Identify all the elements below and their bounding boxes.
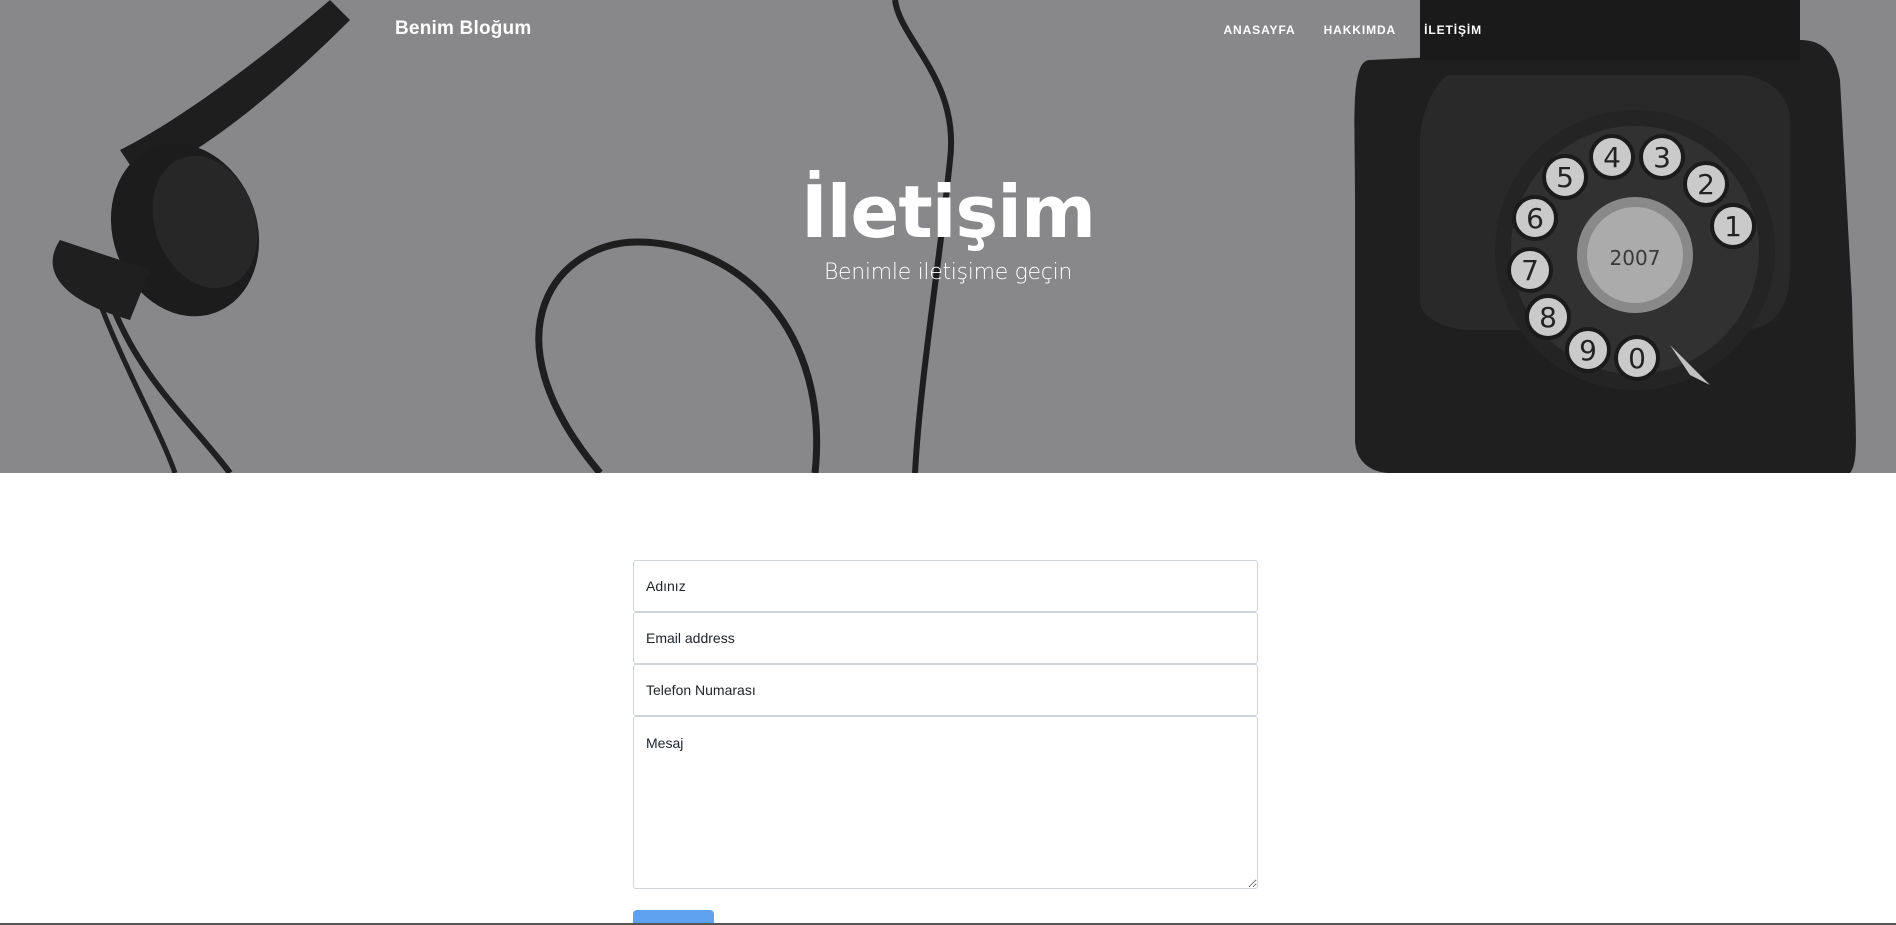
email-input[interactable] <box>633 612 1258 664</box>
phone-input[interactable] <box>633 664 1258 716</box>
message-textarea[interactable] <box>633 716 1258 889</box>
nav-links: ANASAYFA HAKKIMDA İLETİŞİM <box>1209 23 1482 37</box>
nav-link-about[interactable]: HAKKIMDA <box>1310 23 1411 37</box>
nav-link-home[interactable]: ANASAYFA <box>1209 23 1309 37</box>
nav-link-contact[interactable]: İLETİŞİM <box>1410 23 1482 37</box>
hero-header: 4 3 2 1 5 6 7 8 9 0 2007 Benim Bloğum AN… <box>0 0 1896 473</box>
page-title: İletişim <box>801 170 1096 254</box>
page-subtitle: Benimle iletişime geçin <box>823 260 1073 285</box>
page-heading: İletişim Benimle iletişime geçin <box>0 176 1896 285</box>
brand-logo-link[interactable]: Benim Bloğum <box>395 18 531 40</box>
name-input[interactable] <box>633 560 1258 612</box>
contact-form <box>633 560 1258 889</box>
navbar: Benim Bloğum ANASAYFA HAKKIMDA İLETİŞİM <box>0 0 1896 62</box>
